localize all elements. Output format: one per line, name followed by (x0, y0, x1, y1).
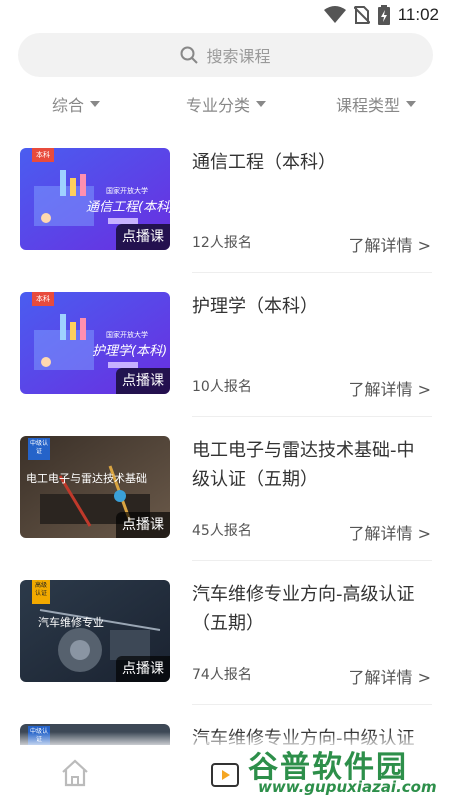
thumb-header: 国家开放大学 (106, 331, 148, 339)
enrollment-count: 10人报名 (192, 379, 252, 395)
enrollment-count: 45人报名 (192, 523, 252, 539)
no-sim-icon (353, 6, 370, 24)
caret-down-icon (256, 101, 267, 107)
thumb-corner-badge: 高级认证 (32, 580, 50, 604)
thumb-title: 护理学(本科) (92, 344, 168, 359)
divider (192, 560, 432, 561)
course-type-tag: 点播课 (116, 368, 170, 394)
divider (192, 704, 432, 705)
search-icon (180, 46, 199, 64)
thumb-header: 国家开放大学 (106, 187, 148, 195)
course-thumbnail[interactable]: 本科 国家开放大学 通信工程(本科) 点播课 (20, 148, 170, 250)
details-link[interactable]: 了解详情 > (349, 376, 432, 400)
search-placeholder: 搜索课程 (206, 47, 271, 66)
divider (192, 416, 432, 417)
thumb-title: 电工电子与雷达技术基础 (26, 472, 147, 485)
course-play-icon[interactable] (211, 761, 239, 787)
watermark-url: www.gupuxiazai.com (258, 778, 437, 796)
filter-label: 课程类型 (336, 96, 401, 115)
enrollment-count: 12人报名 (192, 235, 252, 251)
course-type-tag: 点播课 (116, 656, 170, 682)
course-type-tag: 点播课 (116, 512, 170, 538)
status-time: 11:02 (397, 5, 439, 24)
status-bar: 11:02 (0, 0, 451, 30)
filter-comprehensive[interactable]: 综合 (52, 92, 101, 116)
thumb-corner-badge: 本科 (32, 292, 54, 306)
details-link[interactable]: 了解详情 > (349, 520, 432, 544)
course-item[interactable]: 本科 国家开放大学 通信工程(本科) 点播课 通信工程（本科） 12人报名 了解… (0, 148, 451, 278)
home-icon[interactable] (60, 759, 90, 787)
details-link[interactable]: 了解详情 > (349, 232, 432, 256)
course-item[interactable]: 中级认证 电工电子与雷达技术基础 点播课 电工电子与雷达技术基础-中级认证（五期… (0, 436, 451, 566)
wifi-icon (323, 6, 346, 23)
course-title[interactable]: 护理学（本科） (192, 292, 432, 321)
details-link[interactable]: 了解详情 > (349, 664, 432, 688)
thumb-corner-badge: 中级认证 (28, 438, 50, 460)
thumb-title: 汽车维修专业 (38, 616, 104, 629)
divider (192, 272, 432, 273)
course-title[interactable]: 电工电子与雷达技术基础-中级认证（五期） (192, 436, 432, 494)
filter-label: 综合 (52, 96, 85, 115)
filter-major-category[interactable]: 专业分类 (186, 92, 267, 116)
filter-label: 专业分类 (186, 96, 251, 115)
caret-down-icon (406, 101, 417, 107)
thumb-title: 通信工程(本科) (86, 200, 170, 215)
course-type-tag: 点播课 (116, 224, 170, 250)
course-thumbnail[interactable]: 高级认证 汽车维修专业 点播课 (20, 580, 170, 682)
battery-icon (377, 5, 390, 25)
course-thumbnail[interactable]: 本科 国家开放大学 护理学(本科) 点播课 (20, 292, 170, 394)
filter-bar: 综合 专业分类 课程类型 (0, 92, 451, 120)
enrollment-count: 74人报名 (192, 667, 252, 683)
course-title[interactable]: 通信工程（本科） (192, 148, 432, 177)
search-input[interactable]: 搜索课程 (18, 33, 433, 77)
caret-down-icon (90, 101, 101, 107)
course-title[interactable]: 汽车维修专业方向-高级认证（五期） (192, 580, 432, 638)
course-item[interactable]: 高级认证 汽车维修专业 点播课 汽车维修专业方向-高级认证（五期） 74人报名 … (0, 580, 451, 710)
thumb-corner-badge: 本科 (32, 148, 54, 162)
course-item[interactable]: 本科 国家开放大学 护理学(本科) 点播课 护理学（本科） 10人报名 了解详情… (0, 292, 451, 422)
course-thumbnail[interactable]: 中级认证 电工电子与雷达技术基础 点播课 (20, 436, 170, 538)
filter-course-type[interactable]: 课程类型 (336, 92, 417, 116)
